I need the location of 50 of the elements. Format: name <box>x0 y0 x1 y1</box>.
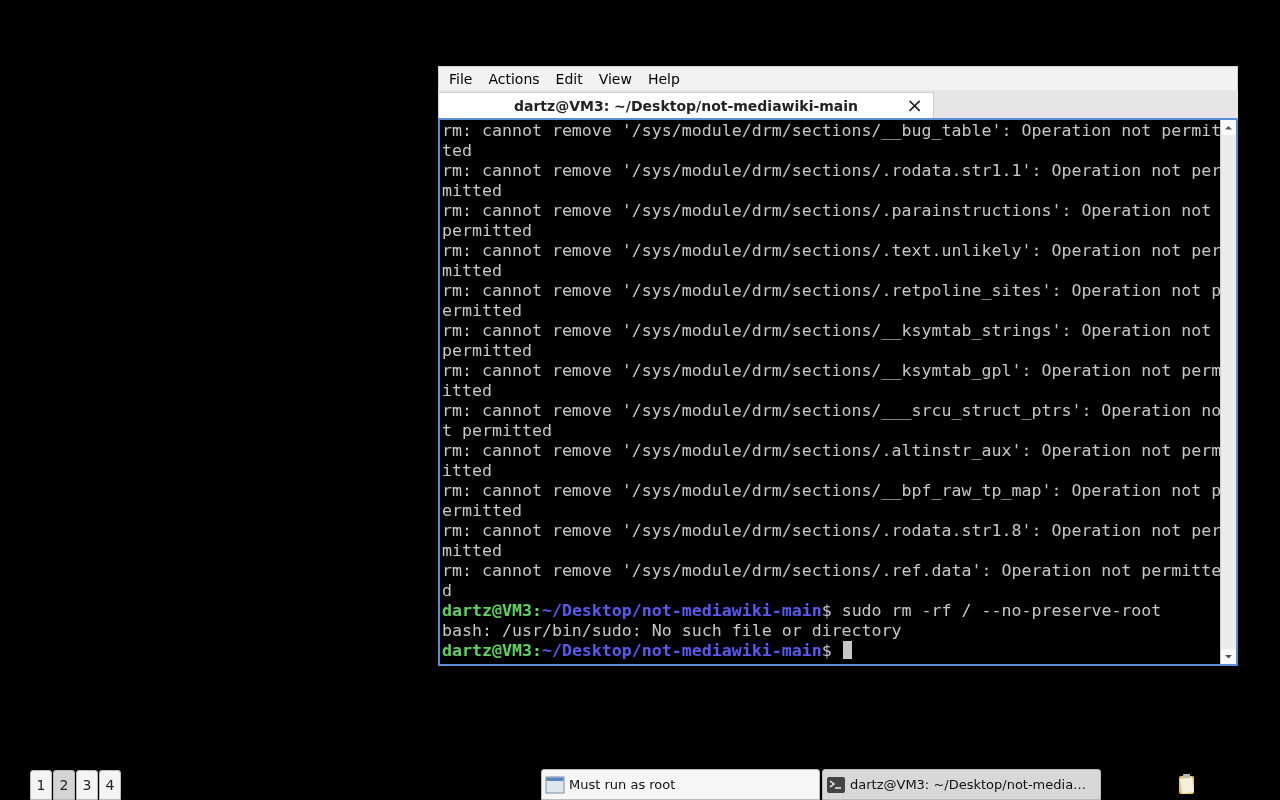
prompt-sign: $ <box>821 641 832 660</box>
output-line: rm: cannot remove '/sys/module/drm/sections/__ksymtab_gpl': Operation not perm <box>442 361 1220 381</box>
output-line: t permitted <box>442 421 553 441</box>
output-line: ermitted <box>442 301 523 321</box>
menu-item[interactable]: View <box>590 68 640 89</box>
prompt-user: dartz@VM3: <box>442 601 542 620</box>
workspace-button[interactable]: 2 <box>53 770 75 800</box>
menu-item[interactable]: Help <box>639 68 688 89</box>
tab-title: dartz@VM3: ~/Desktop/not-mediawiki-main <box>513 97 859 114</box>
output-line: bash: /usr/bin/sudo: No such file or directory <box>442 621 903 641</box>
output-line: ted <box>442 141 473 161</box>
output-line: rm: cannot remove '/sys/module/drm/sections/.rodata.str1.8': Operation not per <box>442 521 1220 541</box>
output-line: mitted <box>442 261 503 281</box>
terminal-icon <box>826 774 846 795</box>
output-line: rm: cannot remove '/sys/module/drm/sections/.parainstructions': Operation not <box>442 201 1213 221</box>
workspace-button[interactable]: 4 <box>99 770 121 800</box>
menu-item[interactable]: Actions <box>480 68 548 89</box>
output-line: mitted <box>442 181 503 201</box>
output-line: rm: cannot remove '/sys/module/drm/sections/.ref.data': Operation not permitte <box>442 561 1220 581</box>
output-line: rm: cannot remove '/sys/module/drm/sections/.text.unlikely': Operation not per <box>442 241 1220 261</box>
prompt-path: ~/Desktop/not-mediawiki-main <box>541 601 822 620</box>
command-text: sudo rm -rf / --no-preserve-root <box>841 601 1162 620</box>
workspace-button[interactable]: 3 <box>76 770 98 800</box>
output-line: itted <box>442 461 493 481</box>
prompt-path: ~/Desktop/not-mediawiki-main <box>541 641 822 660</box>
menu-item[interactable]: Edit <box>547 68 591 89</box>
output-line: rm: cannot remove '/sys/module/drm/sections/__bpf_raw_tp_map': Operation not p <box>442 481 1220 501</box>
output-line: rm: cannot remove '/sys/module/drm/sections/.altinstr_aux': Operation not perm <box>442 441 1220 461</box>
window-icon <box>545 774 565 795</box>
output-line: rm: cannot remove '/sys/module/drm/sections/___srcu_struct_ptrs': Operation no <box>442 401 1220 421</box>
output-line: rm: cannot remove '/sys/module/drm/sections/__bug_table': Operation not permit <box>442 121 1220 141</box>
scroll-up-icon[interactable] <box>1221 120 1236 135</box>
terminal-tab[interactable]: dartz@VM3: ~/Desktop/not-mediawiki-main × <box>438 92 934 118</box>
output-line: permitted <box>442 221 533 241</box>
output-line: permitted <box>442 341 533 361</box>
output-line: rm: cannot remove '/sys/module/drm/sections/__ksymtab_strings': Operation not <box>442 321 1213 341</box>
menu-item[interactable]: File <box>441 68 481 89</box>
prompt-user: dartz@VM3: <box>442 641 542 660</box>
output-line: mitted <box>442 541 503 561</box>
output-line: ermitted <box>442 501 523 521</box>
prompt-sign: $ <box>821 601 832 620</box>
output-line: itted <box>442 381 493 401</box>
output-line: rm: cannot remove '/sys/module/drm/sections/.rodata.str1.1': Operation not per <box>442 161 1220 181</box>
scroll-down-icon[interactable] <box>1221 649 1236 664</box>
workspace-button[interactable]: 1 <box>30 770 52 800</box>
output-line: d <box>442 581 453 601</box>
taskbar-button[interactable]: Must run as root <box>541 769 820 800</box>
taskbar-button[interactable]: dartz@VM3: ~/Desktop/not-media… <box>822 769 1101 800</box>
scrollbar[interactable] <box>1220 120 1236 664</box>
output-line: rm: cannot remove '/sys/module/drm/sections/.retpoline_sites': Operation not p <box>442 281 1220 301</box>
